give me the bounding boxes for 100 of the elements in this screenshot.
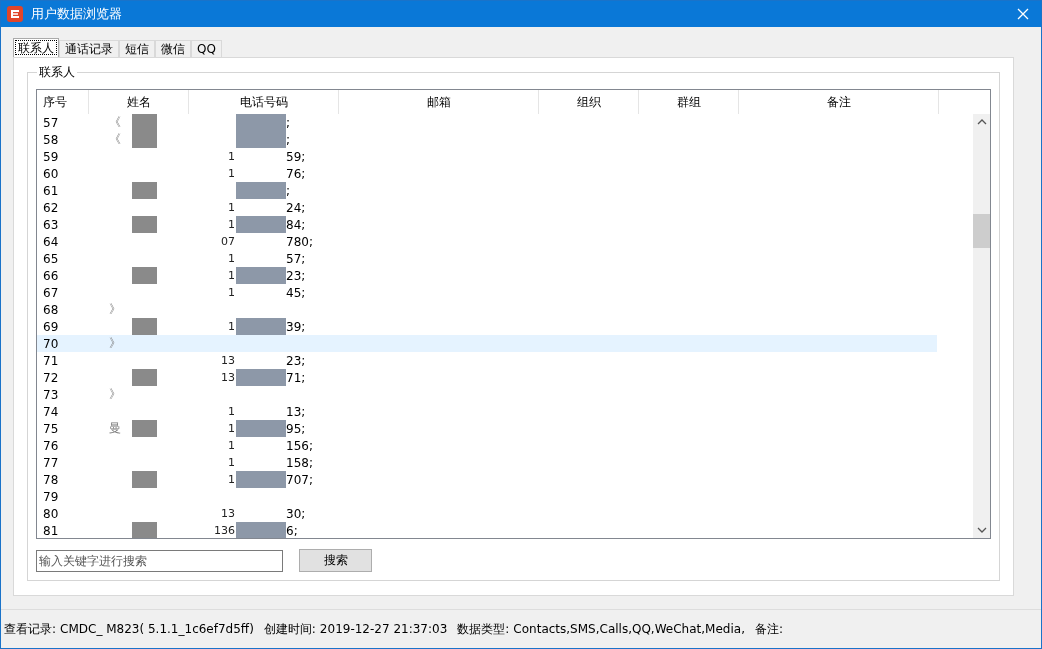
table-cell: 80	[43, 506, 59, 521]
table-row[interactable]: 76 1 156;	[37, 437, 937, 454]
table-cell: 1	[228, 473, 235, 486]
table-row[interactable]: 64 07 780;	[37, 233, 937, 250]
table-row[interactable]: 61 ;	[37, 182, 937, 199]
table-cell: 95;	[286, 421, 306, 436]
table-cell: 30;	[286, 506, 306, 521]
table-cell: 66	[43, 268, 59, 283]
table-cell: 24;	[286, 200, 306, 215]
table-row[interactable]: 80 13 30;	[37, 505, 937, 522]
scroll-up-icon[interactable]	[976, 119, 987, 125]
table-cell: ;	[286, 115, 291, 130]
table-row[interactable]: 74 1 13;	[37, 403, 937, 420]
table-cell: 707;	[286, 472, 313, 487]
table-cell: 1	[228, 286, 235, 299]
table-cell: 1	[228, 422, 235, 435]
table-cell: 13	[221, 507, 235, 520]
status-text: 2019-12-27 21:37:03	[319, 622, 448, 636]
close-icon[interactable]	[1017, 8, 1029, 20]
tab[interactable]: 通话记录	[59, 40, 119, 57]
table-cell: 6;	[286, 523, 298, 538]
table-cell: 63	[43, 217, 59, 232]
table-row[interactable]: 67 1 45;	[37, 284, 937, 301]
table-cell: 57	[43, 115, 59, 130]
table-cell: 1	[228, 405, 235, 418]
tab[interactable]: 短信	[119, 40, 155, 57]
selected-row[interactable]: 70 》	[37, 335, 937, 352]
table-row[interactable]: 78 1 707;	[37, 471, 937, 488]
table-row[interactable]: 57 《 ;	[37, 114, 937, 131]
column-header[interactable]: 邮箱	[339, 90, 539, 114]
table-row[interactable]: 77 1 158;	[37, 454, 937, 471]
table-cell: 1	[228, 252, 235, 265]
table-cell: 70	[43, 336, 59, 351]
table-cell: 57;	[286, 251, 306, 266]
table-cell: ;	[286, 183, 291, 198]
table-cell: 60	[43, 166, 59, 181]
table-row[interactable]: 58 《 ;	[37, 131, 937, 148]
table-cell: 《	[109, 131, 121, 148]
table-cell: 68	[43, 302, 59, 317]
column-header[interactable]: 组织	[539, 90, 639, 114]
scroll-down-icon[interactable]	[976, 527, 987, 533]
table-cell: 158;	[286, 455, 313, 470]
table-cell: 1	[228, 218, 235, 231]
table-row[interactable]: 65 1 57;	[37, 250, 937, 267]
table-cell: 13	[221, 354, 235, 367]
table-cell: 69	[43, 319, 59, 334]
column-header[interactable]: 群组	[639, 90, 739, 114]
table-cell: 《	[109, 114, 121, 131]
table-row[interactable]: 66 1 23;	[37, 267, 937, 284]
table-cell: 59	[43, 149, 59, 164]
table-row[interactable]: 79	[37, 488, 937, 505]
table-row[interactable]: 63 1 84;	[37, 216, 937, 233]
table-cell: 1	[228, 150, 235, 163]
scrollbar[interactable]	[973, 114, 990, 538]
status-text: Contacts,SMS,Calls,QQ,WeChat,Media,	[513, 622, 745, 636]
table-row[interactable]: 73 》	[37, 386, 937, 403]
table-cell: 72	[43, 370, 59, 385]
scroll-thumb[interactable]	[973, 214, 990, 248]
search-button[interactable]: 搜索	[299, 549, 372, 572]
table-cell: 》	[109, 335, 121, 352]
table-cell: 64	[43, 234, 59, 249]
table-row[interactable]: 60 1 76;	[37, 165, 937, 182]
table-row[interactable]: 81 136 6;	[37, 522, 937, 538]
table-cell: 13;	[286, 404, 306, 419]
status-text: CMDC_ M823( 5.1.1_1c6ef7d5ff)	[60, 622, 254, 636]
table-cell: 23;	[286, 353, 306, 368]
status-label: 数据类型:	[457, 620, 510, 638]
table-row[interactable]: 59 1 59;	[37, 148, 937, 165]
table-cell: 67	[43, 285, 59, 300]
table-cell: 84;	[286, 217, 306, 232]
column-header[interactable]: 备注	[739, 90, 939, 114]
table-cell: 1	[228, 439, 235, 452]
table-row[interactable]: 68 》	[37, 301, 937, 318]
table-cell: 58	[43, 132, 59, 147]
table-row[interactable]: 69 1 39;	[37, 318, 937, 335]
table-cell: 》	[109, 301, 121, 318]
table-cell: 780;	[286, 234, 313, 249]
tab[interactable]: 联系人	[13, 38, 59, 57]
table-row[interactable]: 75 曼 1 95;	[37, 420, 937, 437]
table-cell: 1	[228, 320, 235, 333]
table-row[interactable]: 71 13 23;	[37, 352, 937, 369]
tab[interactable]: QQ	[191, 40, 222, 57]
table-cell: 77	[43, 455, 59, 470]
table-cell: 75	[43, 421, 59, 436]
table-row[interactable]: 72 13 71;	[37, 369, 937, 386]
table-row[interactable]: 62 1 24;	[37, 199, 937, 216]
app-logo-icon	[7, 6, 23, 22]
column-header[interactable]: 序号	[37, 90, 89, 114]
table-cell: 》	[109, 386, 121, 403]
table-cell: 1	[228, 167, 235, 180]
search-field[interactable]: 输入关键字进行搜索	[36, 549, 283, 572]
tab[interactable]: 微信	[155, 40, 191, 57]
status-label: 备注:	[754, 620, 783, 638]
table-cell: 76;	[286, 166, 306, 181]
table-cell: 76	[43, 438, 59, 453]
window-title: 用户数据浏览器	[31, 5, 123, 23]
table-cell: 23;	[286, 268, 306, 283]
table-cell: 07	[221, 235, 235, 248]
table-cell: 74	[43, 404, 59, 419]
table-cell: 1	[228, 201, 235, 214]
